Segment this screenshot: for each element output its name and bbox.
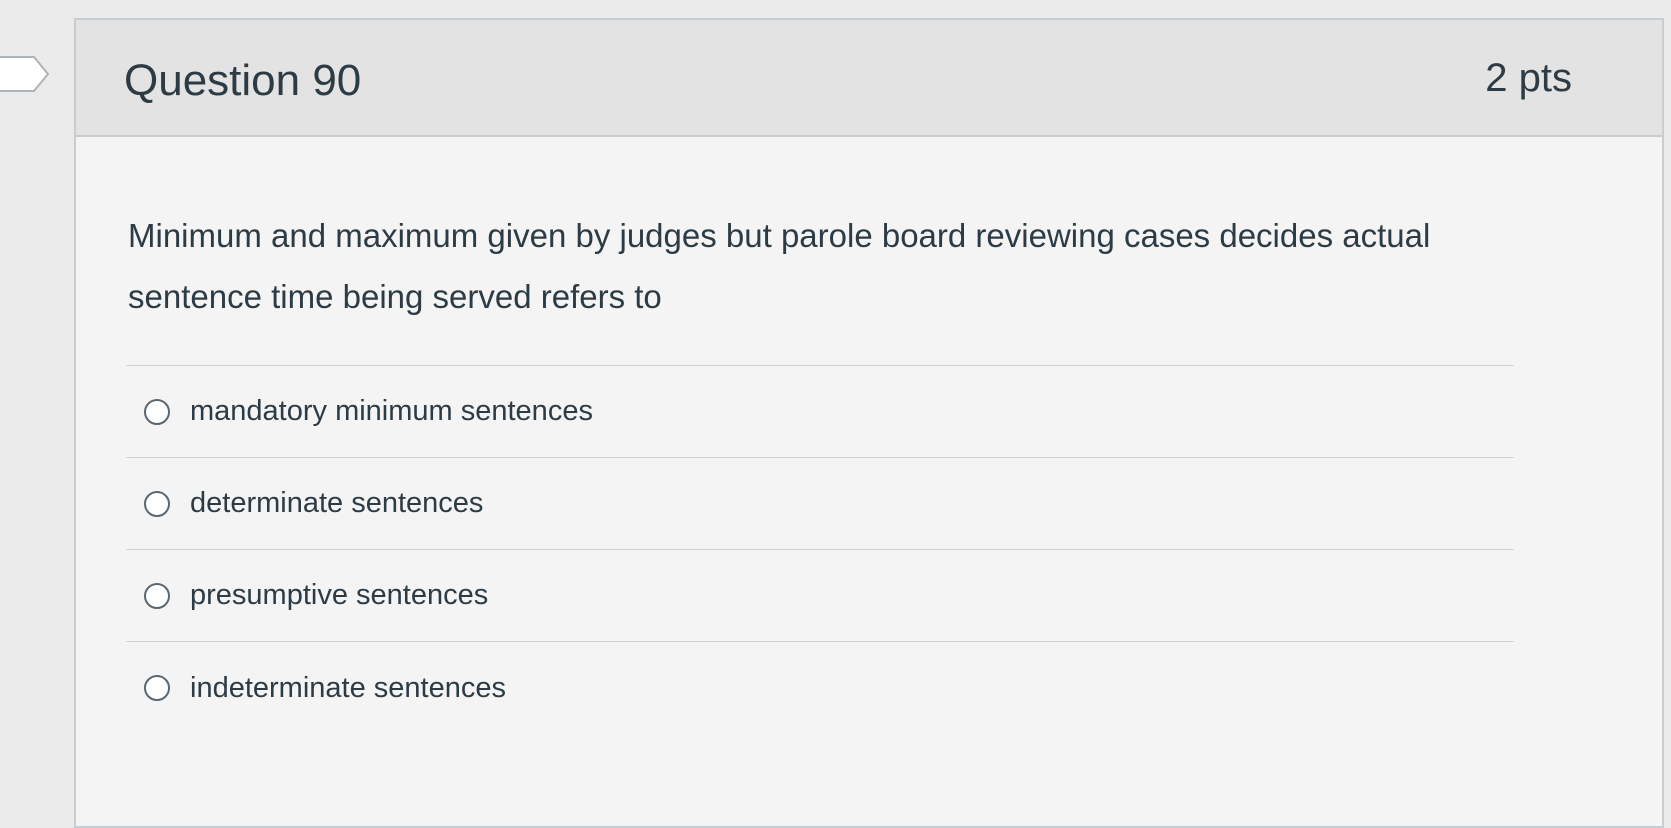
question-text: Minimum and maximum given by judges but … [128, 217, 1431, 315]
radio-unselected-icon[interactable] [144, 675, 170, 701]
answer-list: mandatory minimum sentences determinate … [126, 365, 1514, 734]
answer-label[interactable]: indeterminate sentences [190, 672, 506, 705]
answer-option-determinate[interactable]: determinate sentences [126, 458, 1514, 550]
answer-label[interactable]: presumptive sentences [190, 579, 488, 612]
question-card: Question 90 2 pts Minimum and maximum gi… [74, 18, 1664, 828]
answer-label[interactable]: determinate sentences [190, 487, 483, 520]
answer-option-presumptive[interactable]: presumptive sentences [126, 550, 1514, 642]
radio-unselected-icon[interactable] [144, 582, 170, 609]
radio-unselected-icon[interactable] [144, 398, 170, 425]
answer-option-indeterminate[interactable]: indeterminate sentences [126, 642, 1514, 734]
flag-question-icon[interactable] [0, 55, 50, 93]
question-points: 2 pts [1485, 56, 1572, 100]
question-title: Question 90 [124, 56, 362, 105]
answer-label[interactable]: mandatory minimum sentences [190, 395, 593, 428]
answer-option-mandatory-minimum[interactable]: mandatory minimum sentences [126, 366, 1514, 458]
question-header: Question 90 2 pts [76, 20, 1662, 137]
radio-unselected-icon[interactable] [144, 490, 170, 517]
